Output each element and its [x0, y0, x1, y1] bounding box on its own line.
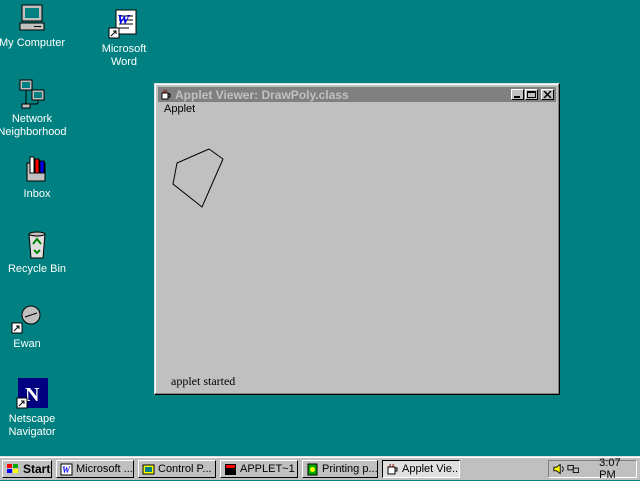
applet-canvas: [172, 148, 224, 208]
desktop-icon-label: Recycle Bin: [7, 263, 67, 275]
computer-icon: [16, 2, 48, 34]
taskbar-item-microsoft-word[interactable]: W Microsoft ...: [56, 460, 134, 478]
system-tray: 3:07 PM: [548, 457, 637, 481]
taskbar-item-label: Control P...: [158, 463, 212, 475]
close-icon: [543, 91, 552, 98]
svg-text:W: W: [117, 13, 131, 28]
taskbar-item-applet-folder[interactable]: APPLET~1: [220, 460, 298, 478]
java-cup-icon: [161, 89, 171, 99]
shortcut-program-icon: [11, 303, 43, 335]
drawn-polygon: [172, 148, 224, 208]
taskbar-item-label: APPLET~1: [240, 463, 295, 475]
applet-status-text: applet started: [171, 374, 236, 388]
word-document-icon: W: [108, 8, 140, 40]
start-label: Start: [23, 462, 51, 476]
desktop-icon-recycle-bin[interactable]: Recycle Bin: [0, 228, 75, 276]
window-titlebar[interactable]: Applet Viewer: DrawPoly.class: [158, 87, 556, 102]
network-icon: [16, 78, 48, 110]
desktop-icon-my-computer[interactable]: My Computer: [0, 2, 70, 50]
desktop-icon-label: Microsoft Word: [101, 43, 147, 68]
maximize-icon: [527, 91, 536, 98]
desktop-icon-label: Netscape Navigator: [8, 413, 56, 438]
taskbar-item-printing[interactable]: Printing p...: [302, 460, 378, 478]
close-button[interactable]: [541, 89, 554, 100]
recycle-bin-icon: [21, 228, 53, 260]
desktop-icon-microsoft-word[interactable]: W Microsoft Word: [86, 8, 162, 69]
desktop-icon-label: Inbox: [23, 188, 51, 200]
maximize-button[interactable]: [525, 89, 538, 100]
taskbar-item-control-panel[interactable]: Control P...: [138, 460, 216, 478]
desktop-icon-inbox[interactable]: Inbox: [0, 153, 75, 201]
taskbar-item-label: Applet Vie...: [402, 463, 460, 475]
desktop-icon-network-neighborhood[interactable]: Network Neighborhood: [0, 78, 70, 139]
java-cup-icon: [387, 463, 398, 474]
minimize-button[interactable]: [511, 89, 524, 100]
svg-text:W: W: [62, 465, 71, 475]
desktop-icon-label: Network Neighborhood: [0, 113, 67, 138]
start-button[interactable]: Start: [2, 460, 52, 478]
desktop-icon-label: Ewan: [13, 338, 41, 350]
window-title: Applet Viewer: DrawPoly.class: [175, 87, 349, 102]
applet-menu[interactable]: Applet: [164, 103, 195, 115]
control-panel-icon: [142, 464, 155, 474]
taskbar-item-applet-viewer[interactable]: Applet Vie...: [382, 460, 460, 478]
speaker-icon[interactable]: [553, 463, 566, 475]
minimize-icon: [514, 96, 520, 98]
windows-logo-icon: [7, 464, 18, 473]
desktop-icon-netscape-navigator[interactable]: N Netscape Navigator: [0, 378, 70, 439]
netscape-icon: N: [16, 378, 48, 410]
help-book-icon: [307, 463, 318, 475]
inbox-icon: [21, 153, 53, 185]
desktop-icon-ewan[interactable]: Ewan: [0, 303, 65, 351]
applet-viewer-window[interactable]: Applet Viewer: DrawPoly.class Applet app…: [154, 83, 560, 395]
ms-dos-icon: [225, 463, 236, 475]
taskbar-item-label: Microsoft ...: [76, 463, 133, 475]
taskbar: Start W Microsoft ... Control P... APPLE…: [0, 456, 640, 481]
desktop-icon-label: My Computer: [0, 37, 66, 49]
taskbar-clock[interactable]: 3:07 PM: [599, 457, 636, 481]
word-icon: W: [60, 463, 73, 475]
network-tray-icon[interactable]: [567, 463, 580, 475]
taskbar-item-label: Printing p...: [322, 463, 378, 475]
